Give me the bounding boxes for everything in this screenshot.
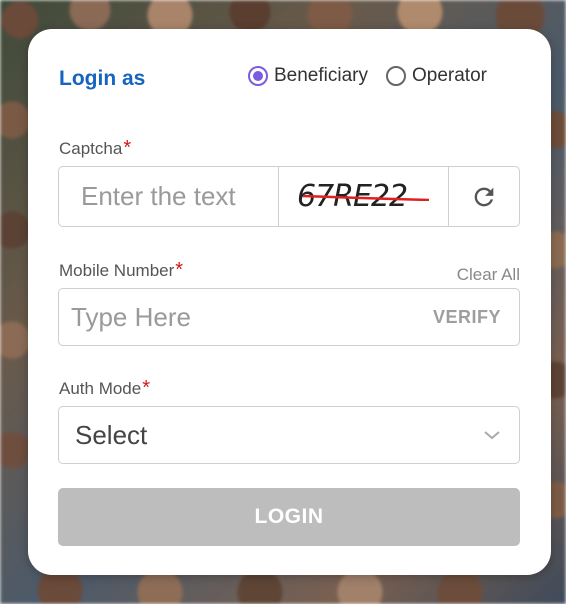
captcha-strike-line — [302, 194, 430, 201]
radio-selected-icon — [248, 66, 268, 86]
required-mark: * — [175, 259, 184, 281]
auth-mode-label-text: Auth Mode — [59, 379, 142, 398]
captcha-input[interactable] — [59, 167, 279, 226]
radio-unselected-icon — [386, 66, 406, 86]
captcha-refresh-button[interactable] — [449, 167, 519, 226]
radio-beneficiary[interactable]: Beneficiary — [248, 65, 368, 87]
mobile-label: Mobile Number* — [59, 259, 183, 282]
verify-button[interactable]: VERIFY — [433, 307, 501, 328]
login-button[interactable]: LOGIN — [58, 488, 520, 546]
login-card: Login as Beneficiary Operator Captcha* 6… — [28, 29, 551, 575]
auth-mode-selected-value: Select — [75, 419, 148, 450]
radio-beneficiary-label: Beneficiary — [274, 65, 368, 86]
captcha-label: Captcha* — [59, 137, 131, 160]
radio-operator[interactable]: Operator — [386, 65, 487, 87]
role-radio-group: Beneficiary Operator — [248, 65, 505, 87]
captcha-label-text: Captcha — [59, 139, 123, 158]
mobile-number-input[interactable] — [59, 288, 433, 346]
chevron-down-icon — [484, 431, 500, 440]
required-mark: * — [123, 137, 132, 159]
captcha-image: 67RE22 — [279, 167, 449, 226]
clear-all-link[interactable]: Clear All — [457, 265, 520, 285]
auth-mode-label: Auth Mode* — [59, 377, 150, 400]
required-mark: * — [142, 377, 151, 399]
captcha-row: 67RE22 — [58, 166, 520, 227]
mobile-row: VERIFY — [58, 288, 520, 346]
auth-mode-select[interactable]: Select — [58, 406, 520, 464]
login-as-heading: Login as — [59, 67, 146, 90]
mobile-label-text: Mobile Number — [59, 261, 175, 280]
refresh-icon — [474, 187, 494, 206]
radio-operator-label: Operator — [412, 65, 487, 86]
